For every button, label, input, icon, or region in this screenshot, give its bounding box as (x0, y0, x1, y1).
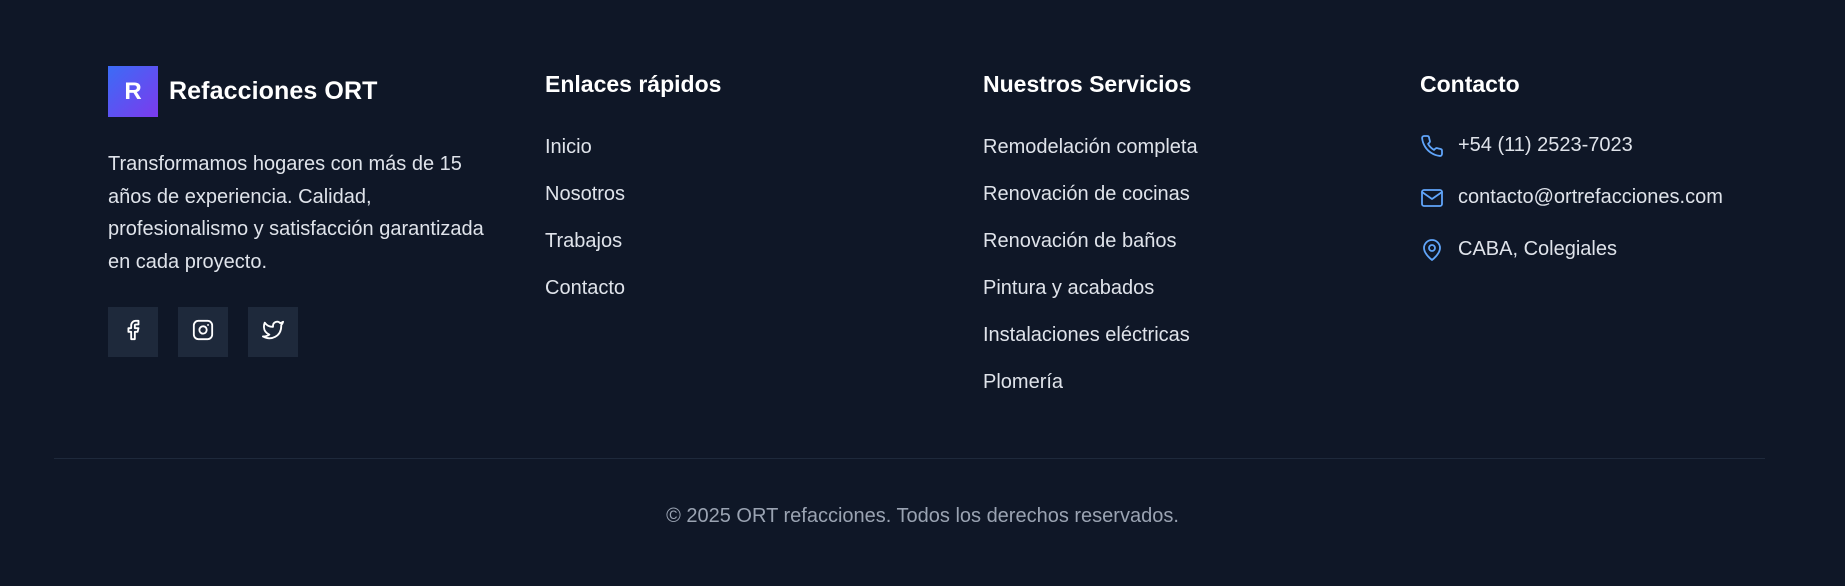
twitter-icon (262, 319, 284, 346)
facebook-icon (122, 319, 144, 346)
contact-email-text: contacto@ortrefacciones.com (1458, 186, 1723, 208)
brand-name: Refacciones ORT (169, 77, 378, 105)
contact-title: Contacto (1420, 71, 1520, 97)
quick-link-trabajos[interactable]: Trabajos (545, 230, 625, 277)
service-banos[interactable]: Renovación de baños (983, 230, 1198, 277)
phone-icon (1420, 134, 1444, 158)
brand-logo: R (108, 66, 158, 117)
service-plomeria[interactable]: Plomería (983, 371, 1198, 418)
social-links (108, 307, 298, 357)
service-pintura[interactable]: Pintura y acabados (983, 277, 1198, 324)
services-title: Nuestros Servicios (983, 71, 1192, 97)
brand-description: Transformamos hogares con más de 15 años… (108, 153, 484, 273)
instagram-icon (192, 319, 214, 346)
quick-links-title: Enlaces rápidos (545, 71, 722, 97)
brand[interactable]: R Refacciones ORT (108, 66, 378, 117)
contact-phone-text: +54 (11) 2523-7023 (1458, 134, 1633, 156)
facebook-button[interactable] (108, 307, 158, 357)
quick-link-contacto[interactable]: Contacto (545, 277, 625, 324)
service-cocinas[interactable]: Renovación de cocinas (983, 183, 1198, 230)
site-footer: R Refacciones ORT Transformamos hogares … (0, 0, 1845, 586)
services-list: Remodelación completa Renovación de coci… (983, 136, 1198, 418)
quick-link-nosotros[interactable]: Nosotros (545, 183, 625, 230)
contact-list: +54 (11) 2523-7023 contacto@ortrefaccion… (1420, 134, 1723, 290)
contact-location-text: CABA, Colegiales (1458, 238, 1617, 260)
map-pin-icon (1420, 238, 1444, 262)
footer-columns: R Refacciones ORT Transformamos hogares … (54, 0, 1791, 458)
footer-divider (54, 458, 1765, 459)
contact-location: CABA, Colegiales (1420, 238, 1723, 290)
copyright-text: © 2025 ORT refacciones. Todos los derech… (666, 505, 1179, 527)
quick-link-inicio[interactable]: Inicio (545, 136, 625, 183)
contact-phone[interactable]: +54 (11) 2523-7023 (1420, 134, 1723, 186)
service-remodelacion[interactable]: Remodelación completa (983, 136, 1198, 183)
service-electricas[interactable]: Instalaciones eléctricas (983, 324, 1198, 371)
twitter-button[interactable] (248, 307, 298, 357)
quick-links-list: Inicio Nosotros Trabajos Contacto (545, 136, 625, 324)
contact-email[interactable]: contacto@ortrefacciones.com (1420, 186, 1723, 238)
instagram-button[interactable] (178, 307, 228, 357)
mail-icon (1420, 186, 1444, 210)
